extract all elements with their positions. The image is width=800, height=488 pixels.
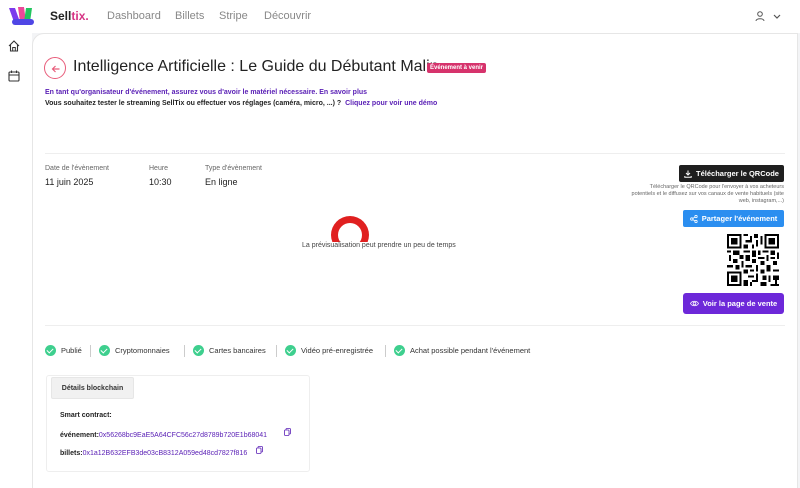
separator bbox=[184, 345, 185, 357]
date-label: Date de l'évènement bbox=[45, 165, 109, 172]
event-contract-address[interactable]: 0x56268bc9EaE5A64CFC56c27d8789b720E1b680… bbox=[99, 432, 267, 439]
nav-dashboard[interactable]: Dashboard bbox=[107, 10, 161, 22]
nav-stripe[interactable]: Stripe bbox=[219, 10, 248, 22]
tickets-contract-address[interactable]: 0x1a12B632EFB3de03cB8312A059ed48cd7827f8… bbox=[83, 450, 248, 457]
event-contract-row: événement:0x56268bc9EaE5A64CFC56c27d8789… bbox=[60, 432, 268, 439]
nav-decouvrir[interactable]: Découvrir bbox=[264, 10, 311, 22]
copy-icon[interactable] bbox=[284, 428, 291, 436]
check-icon bbox=[99, 345, 110, 356]
date-value: 11 juin 2025 bbox=[45, 177, 94, 187]
check-icon bbox=[45, 345, 56, 356]
share-event-label: Partager l'événement bbox=[701, 214, 778, 223]
qrcode-image bbox=[727, 234, 779, 286]
calendar-icon[interactable] bbox=[7, 69, 21, 83]
tab-blockchain-details[interactable]: Détails blockchain bbox=[51, 377, 134, 399]
status-badge: Événement à venir bbox=[427, 63, 487, 73]
smart-contract-label: Smart contract: bbox=[60, 412, 112, 419]
download-qrcode-label: Télécharger le QRCode bbox=[696, 169, 779, 178]
share-icon bbox=[689, 214, 698, 223]
download-qrcode-button[interactable]: Télécharger le QRCode bbox=[679, 165, 784, 182]
eye-icon bbox=[689, 300, 699, 307]
status-item-cards: Cartes bancaires bbox=[193, 345, 266, 356]
status-item-video: Vidéo pré-enregistrée bbox=[285, 345, 373, 356]
home-icon[interactable] bbox=[7, 39, 21, 53]
top-bar: Selltix. Dashboard Billets Stripe Découv… bbox=[0, 0, 800, 33]
view-sale-page-label: Voir la page de vente bbox=[702, 299, 778, 308]
back-button[interactable] bbox=[44, 57, 66, 79]
preview-text: La prévisualisation peut prendre un peu … bbox=[301, 242, 457, 249]
status-item-publie: Publié bbox=[45, 345, 82, 356]
nav-billets[interactable]: Billets bbox=[175, 10, 204, 22]
chevron-down-icon[interactable] bbox=[771, 10, 783, 22]
copy-icon[interactable] bbox=[256, 446, 263, 454]
streaming-info: Vous souhaitez tester le streaming SellT… bbox=[45, 100, 438, 107]
type-label: Type d'évènement bbox=[205, 165, 262, 172]
check-icon bbox=[394, 345, 405, 356]
time-label: Heure bbox=[149, 165, 169, 172]
user-icon[interactable] bbox=[754, 10, 766, 22]
status-item-purchase: Achat possible pendant l'événement bbox=[394, 345, 530, 356]
sidebar bbox=[0, 33, 32, 488]
time-value: 10:30 bbox=[149, 177, 172, 187]
check-icon bbox=[285, 345, 296, 356]
view-sale-page-button[interactable]: Voir la page de vente bbox=[683, 293, 784, 314]
brand-name: Selltix. bbox=[50, 9, 89, 23]
divider bbox=[45, 153, 785, 154]
arrow-left-icon bbox=[51, 65, 60, 73]
tickets-contract-row: billets:0x1a12B632EFB3de03cB8312A059ed48… bbox=[60, 450, 248, 457]
share-event-button[interactable]: Partager l'événement bbox=[683, 210, 784, 227]
download-icon bbox=[684, 170, 692, 178]
separator bbox=[385, 345, 386, 357]
page-title: Intelligence Artificielle : Le Guide du … bbox=[73, 58, 439, 75]
check-icon bbox=[193, 345, 204, 356]
divider bbox=[45, 325, 785, 326]
separator bbox=[90, 345, 91, 357]
demo-link[interactable]: Cliquez pour voir une démo bbox=[345, 100, 437, 107]
organizer-info[interactable]: En tant qu'organisateur d'événement, ass… bbox=[45, 89, 367, 96]
status-item-crypto: Cryptomonnaies bbox=[99, 345, 170, 356]
selltix-logo[interactable] bbox=[6, 4, 42, 28]
separator bbox=[276, 345, 277, 357]
type-value: En ligne bbox=[205, 177, 238, 187]
qrcode-description: Télécharger le QRCode pour l'envoyer à v… bbox=[631, 184, 784, 204]
